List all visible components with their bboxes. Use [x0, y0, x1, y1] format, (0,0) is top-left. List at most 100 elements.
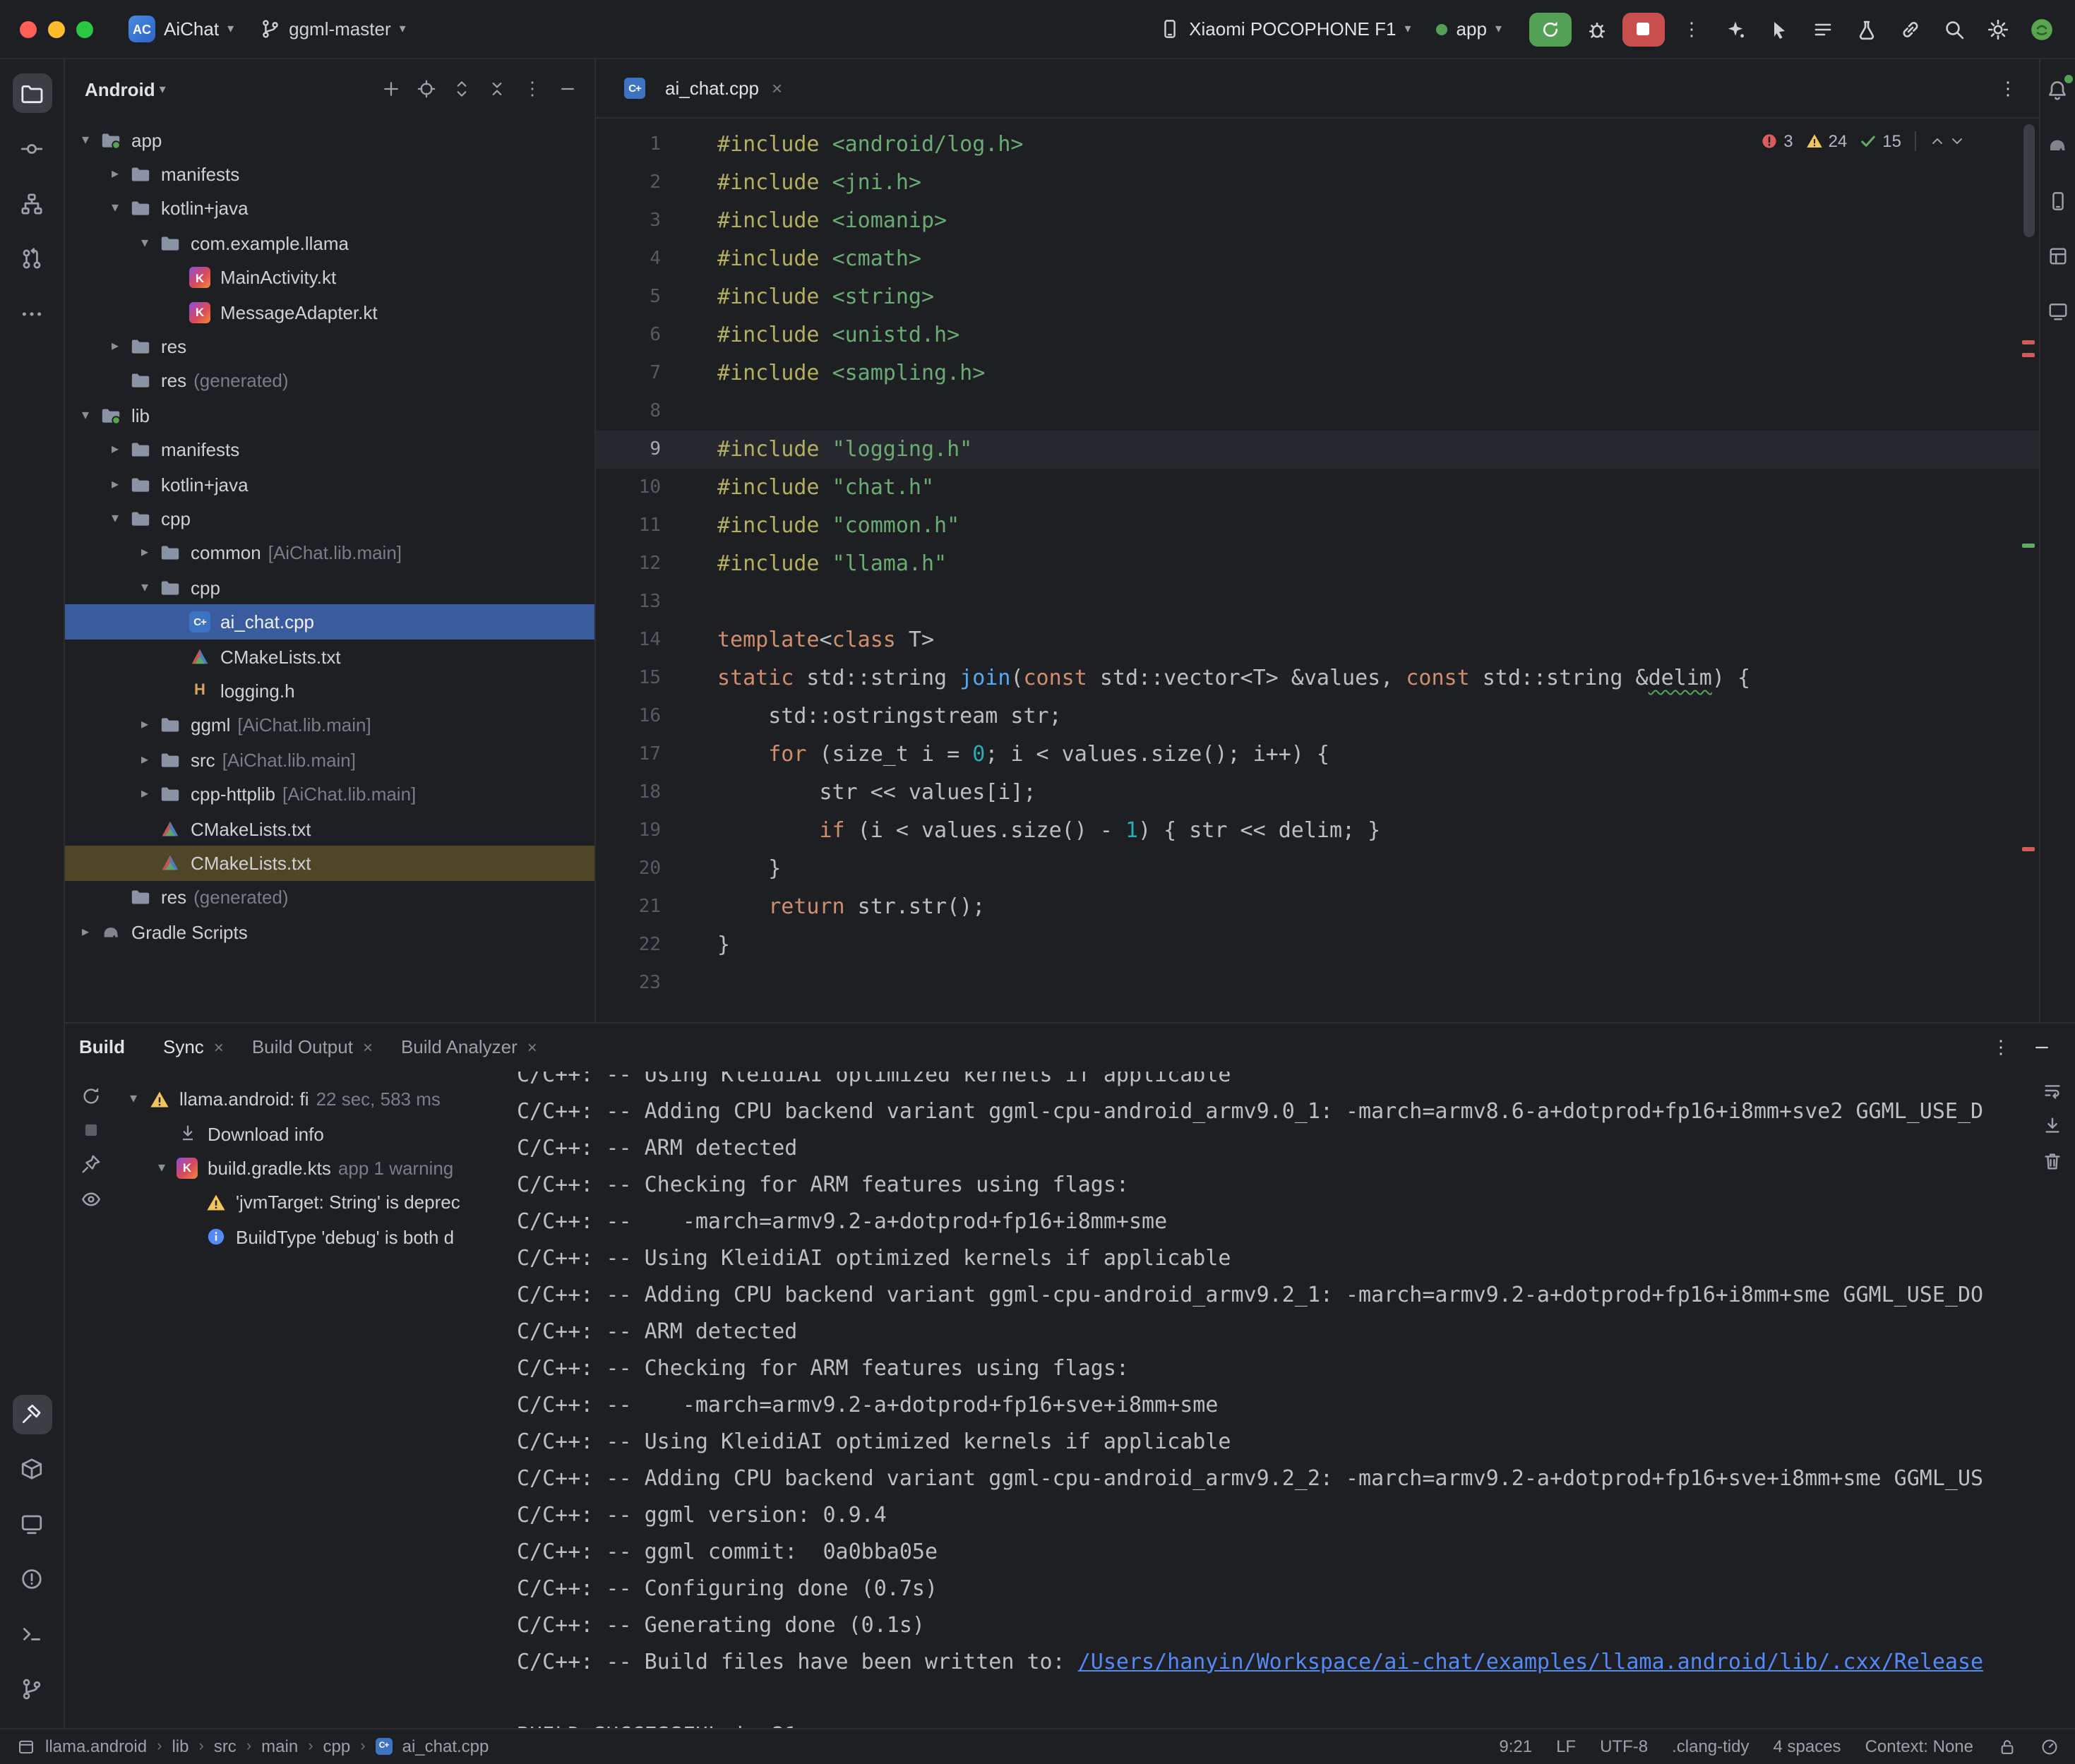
code-line[interactable]: 10#include "chat.h": [596, 469, 2038, 507]
breadcrumb-item[interactable]: ai_chat.cpp: [402, 1736, 489, 1756]
re-sync-icon[interactable]: [80, 1085, 101, 1106]
tree-item[interactable]: res(generated): [65, 880, 594, 915]
notifications-bell-icon[interactable]: [2043, 76, 2071, 104]
code-line[interactable]: 9#include "logging.h": [596, 431, 2038, 469]
status-item[interactable]: 4 spaces: [1774, 1736, 1841, 1756]
run-configuration-selector[interactable]: app ▾: [1427, 14, 1512, 44]
run-button[interactable]: [1529, 12, 1571, 46]
tree-item[interactable]: ▸manifests: [65, 157, 594, 192]
soft-wrap-icon[interactable]: [2041, 1079, 2062, 1100]
minimize-panel-icon[interactable]: [2023, 1028, 2061, 1065]
tree-item[interactable]: ▾Kbuild.gradle.ktsapp 1 warning: [116, 1151, 511, 1186]
editor-options-icon[interactable]: ⋮: [1989, 70, 2027, 107]
clear-console-icon[interactable]: [2041, 1150, 2062, 1171]
tab-build-analyzer[interactable]: Build Analyzer ×: [388, 1031, 550, 1063]
tree-item[interactable]: ▸res: [65, 330, 594, 364]
stop-sync-icon[interactable]: [81, 1120, 100, 1139]
tree-item[interactable]: Download info: [116, 1117, 511, 1151]
tree-item[interactable]: CMakeLists.txt: [65, 640, 594, 674]
project-view-title[interactable]: Android: [85, 78, 155, 100]
gradle-tool-icon[interactable]: [2043, 131, 2071, 160]
pointer-tool-icon[interactable]: [1760, 11, 1798, 47]
terminal-tool-icon[interactable]: [12, 1614, 52, 1654]
locate-file-icon[interactable]: [411, 73, 442, 104]
tree-item[interactable]: ▸kotlin+java: [65, 467, 594, 502]
tab-build-output[interactable]: Build Output ×: [239, 1031, 385, 1063]
code-line[interactable]: 7#include <sampling.h>: [596, 354, 2038, 392]
code-line[interactable]: 15static std::string join(const std::vec…: [596, 659, 2038, 697]
link-icon[interactable]: [1891, 11, 1930, 47]
tree-item[interactable]: ▾com.example.llama: [65, 226, 594, 260]
prev-problem-icon[interactable]: [1928, 133, 1945, 150]
scrollbar-thumb[interactable]: [2023, 124, 2034, 237]
stop-button[interactable]: [1622, 12, 1664, 46]
code-line[interactable]: 3#include <iomanip>: [596, 202, 2038, 240]
breadcrumb-item[interactable]: cpp: [323, 1736, 351, 1756]
code-line[interactable]: 21 return str.str();: [596, 888, 2038, 926]
status-item[interactable]: LF: [1556, 1736, 1576, 1756]
tab-sync[interactable]: Sync ×: [150, 1031, 237, 1063]
version-control-tool-icon[interactable]: [12, 1669, 52, 1709]
tree-item[interactable]: ▸cpp-httplib[AiChat.lib.main]: [65, 777, 594, 812]
expand-all-icon[interactable]: [446, 73, 477, 104]
settings-gear-icon[interactable]: [1979, 11, 2017, 47]
chevron-closed-icon[interactable]: ▸: [103, 339, 127, 354]
experiments-icon[interactable]: [1848, 11, 1886, 47]
chevron-open-icon[interactable]: ▾: [73, 132, 97, 148]
debug-button[interactable]: [1577, 12, 1616, 46]
app-inspection-icon[interactable]: [12, 1504, 52, 1544]
close-icon[interactable]: ×: [363, 1037, 373, 1057]
tree-item[interactable]: ▸common[AiChat.lib.main]: [65, 536, 594, 570]
code-line[interactable]: 16 std::ostringstream str;: [596, 697, 2038, 736]
close-icon[interactable]: ×: [214, 1037, 224, 1057]
panel-options-icon[interactable]: ⋮: [517, 73, 548, 104]
chevron-open-icon[interactable]: ▾: [73, 408, 97, 424]
structure-tool-icon[interactable]: [12, 184, 52, 223]
chevron-down-icon[interactable]: ▾: [160, 81, 166, 97]
running-devices-icon[interactable]: [2043, 296, 2071, 325]
chevron-closed-icon[interactable]: ▸: [103, 442, 127, 457]
layout-inspector-icon[interactable]: [2043, 241, 2071, 270]
code-line[interactable]: 12#include "llama.h": [596, 545, 2038, 583]
zoom-button[interactable]: [76, 20, 93, 37]
meter-icon[interactable]: [2040, 1737, 2058, 1756]
breadcrumb-item[interactable]: main: [261, 1736, 298, 1756]
status-item[interactable]: UTF-8: [1600, 1736, 1648, 1756]
profile-avatar[interactable]: [2023, 11, 2061, 47]
chevron-open-icon[interactable]: ▾: [133, 580, 157, 596]
code-line[interactable]: 6#include <unistd.h>: [596, 316, 2038, 354]
lock-icon[interactable]: [1997, 1737, 2016, 1756]
code-line[interactable]: 23: [596, 964, 2038, 1002]
minimize-button[interactable]: [48, 20, 65, 37]
editor-scrollbar[interactable]: [2021, 119, 2035, 1021]
search-everywhere-icon[interactable]: [1935, 11, 1973, 47]
build-window-title[interactable]: Build: [79, 1036, 125, 1057]
breadcrumb-item[interactable]: llama.android: [45, 1736, 147, 1756]
code-line[interactable]: 5#include <string>: [596, 278, 2038, 316]
device-selector[interactable]: Xiaomi POCOPHONE F1 ▾: [1149, 14, 1421, 44]
tree-item[interactable]: KMainActivity.kt: [65, 260, 594, 295]
code-area[interactable]: 1#include <android/log.h>2#include <jni.…: [596, 119, 2038, 1021]
todo-list-icon[interactable]: [1804, 11, 1842, 47]
tree-item[interactable]: ▾llama.android: fi22 sec, 583 ms: [116, 1082, 511, 1117]
more-tools-icon[interactable]: [12, 294, 52, 333]
tree-item[interactable]: ▸Gradle Scripts: [65, 915, 594, 949]
tree-item[interactable]: ▾kotlin+java: [65, 192, 594, 227]
chevron-closed-icon[interactable]: ▸: [103, 167, 127, 182]
problems-tool-icon[interactable]: [12, 1559, 52, 1599]
device-explorer-icon[interactable]: [12, 1449, 52, 1489]
close-icon[interactable]: ×: [527, 1037, 537, 1057]
code-line[interactable]: 17 for (size_t i = 0; i < values.size();…: [596, 736, 2038, 774]
chevron-closed-icon[interactable]: ▸: [133, 786, 157, 802]
hide-panel-icon[interactable]: [552, 73, 583, 104]
tree-item[interactable]: ▾cpp: [65, 502, 594, 536]
console-link[interactable]: /Users/hanyin/Workspace/ai-chat/examples…: [1078, 1648, 1983, 1674]
passed-indicator[interactable]: 15: [1860, 131, 1901, 151]
chevron-open-icon[interactable]: ▾: [133, 236, 157, 251]
device-manager-icon[interactable]: [2043, 186, 2071, 215]
close-button[interactable]: [20, 20, 37, 37]
tree-item[interactable]: ▾cpp: [65, 570, 594, 605]
code-line[interactable]: 20 }: [596, 850, 2038, 888]
code-line[interactable]: 13: [596, 583, 2038, 621]
code-line[interactable]: 8: [596, 392, 2038, 431]
